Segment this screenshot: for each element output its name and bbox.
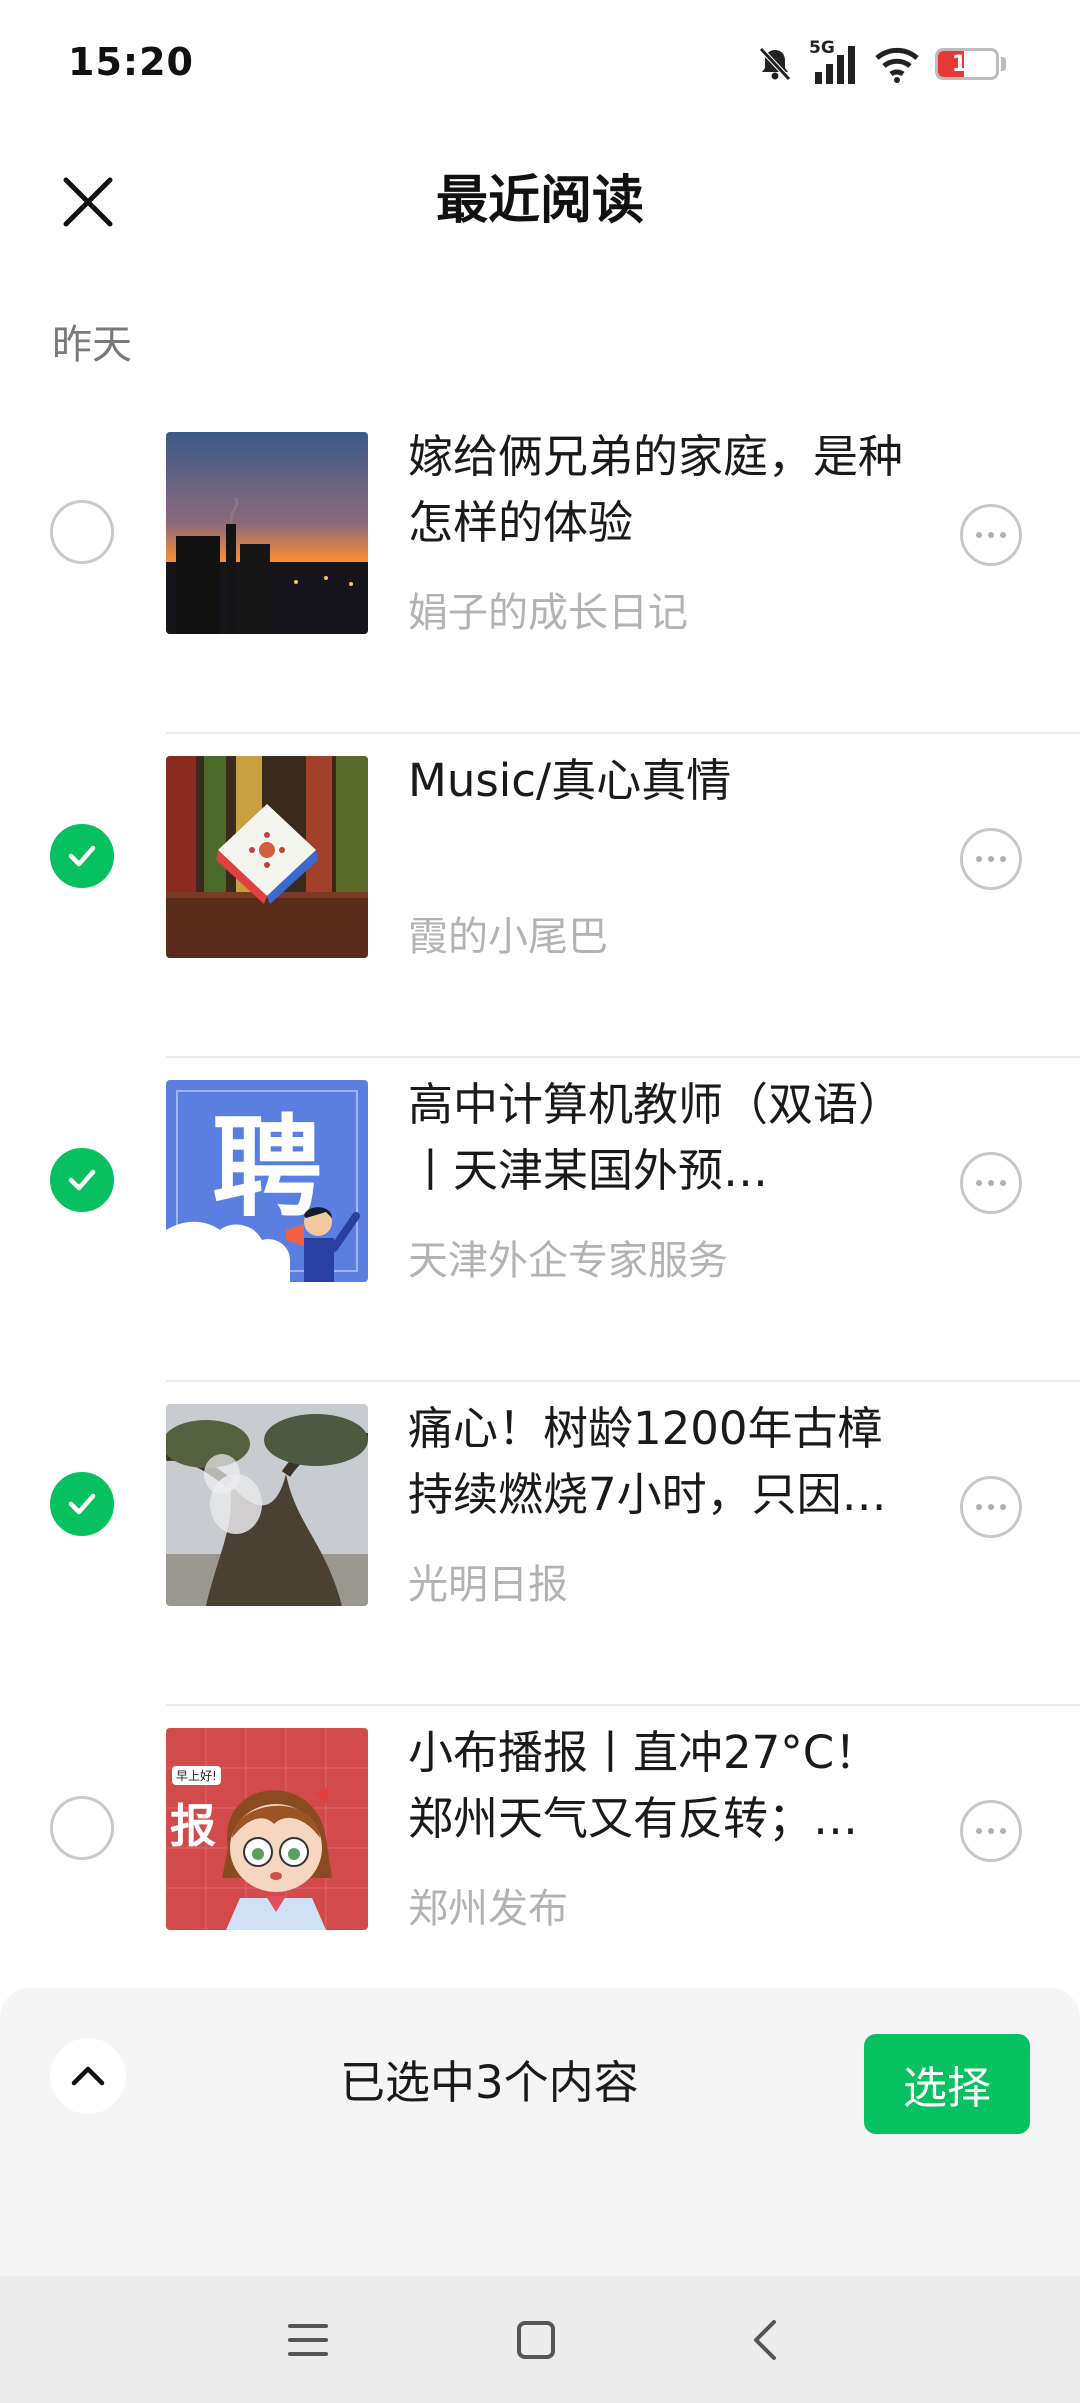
old-tree-image — [166, 1404, 368, 1606]
article-title[interactable]: 高中计算机教师（双语）丨天津某国外预… — [408, 1072, 908, 1204]
article-source: 郑州发布 — [408, 1886, 568, 1932]
dot — [1000, 1180, 1006, 1186]
more-options-button[interactable] — [960, 1152, 1022, 1214]
select-checkbox[interactable] — [50, 1796, 114, 1860]
expand-button[interactable] — [50, 2038, 126, 2114]
dot — [988, 1504, 994, 1510]
rubik-cube-image — [166, 756, 368, 958]
wifi-icon — [875, 47, 919, 83]
dot — [988, 1828, 994, 1834]
cartoon-girl-image — [222, 1786, 332, 1930]
article-source: 霞的小尾巴 — [408, 914, 608, 960]
status-icons: 5G 17 — [755, 38, 1006, 88]
article-thumbnail — [166, 756, 368, 958]
section-label-yesterday: 昨天 — [52, 322, 132, 368]
status-bar: 15:20 5G 17 — [0, 0, 1080, 130]
menu-nav-button[interactable] — [278, 2312, 338, 2368]
system-nav-bar — [0, 2276, 1080, 2403]
dot — [988, 1180, 994, 1186]
dot — [976, 856, 982, 862]
battery-indicator: 17 — [935, 48, 1006, 80]
page-title: 最近阅读 — [435, 171, 644, 231]
article-thumbnail — [166, 432, 368, 634]
article-thumbnail: 聘 — [166, 1080, 368, 1282]
dot — [1000, 1504, 1006, 1510]
mute-bell-icon — [759, 47, 791, 81]
dot — [1000, 532, 1006, 538]
article-title[interactable]: 痛心！树龄1200年古樟持续燃烧7小时，只因… — [408, 1396, 908, 1528]
checkmark-icon — [68, 845, 96, 867]
article-source: 光明日报 — [408, 1562, 568, 1608]
more-options-button[interactable] — [960, 1800, 1022, 1862]
checkmark-icon — [68, 1493, 96, 1515]
home-nav-button[interactable] — [506, 2312, 566, 2368]
list-item[interactable]: Music/真心真情 霞的小尾巴 — [0, 734, 1080, 1058]
dot — [988, 532, 994, 538]
dot — [976, 1828, 982, 1834]
dot — [988, 856, 994, 862]
select-checkbox[interactable] — [50, 824, 114, 888]
more-options-button[interactable] — [960, 1476, 1022, 1538]
dot — [976, 532, 982, 538]
back-nav-button[interactable] — [736, 2312, 796, 2368]
article-source: 娟子的成长日记 — [408, 590, 688, 636]
select-checkbox[interactable] — [50, 1148, 114, 1212]
list-item[interactable]: 聘 高中计算机教师（双语）丨天津某国外预… 天津外企专家服务 — [0, 1058, 1080, 1382]
status-time: 15:20 — [68, 40, 194, 84]
select-checkbox[interactable] — [50, 1472, 114, 1536]
select-button[interactable]: 选择 — [864, 2034, 1030, 2134]
list-item[interactable]: 痛心！树龄1200年古樟持续燃烧7小时，只因… 光明日报 — [0, 1382, 1080, 1706]
battery-tip — [1001, 57, 1006, 71]
cloud-person-image — [166, 1207, 360, 1282]
signal-bars-icon — [815, 46, 855, 84]
cellular-signal: 5G — [809, 38, 859, 86]
select-checkbox[interactable] — [50, 500, 114, 564]
selected-count-text: 已选中3个内容 — [340, 2056, 639, 2109]
header: 最近阅读 — [0, 130, 1080, 260]
menu-icon — [288, 2324, 328, 2356]
back-chevron-icon — [754, 2320, 776, 2360]
chevron-up-icon — [71, 2066, 105, 2086]
article-title[interactable]: 小布播报丨直冲27°C！郑州天气又有反转；… — [408, 1720, 908, 1852]
selection-bar: 已选中3个内容 选择 — [0, 1988, 1080, 2276]
article-source: 天津外企专家服务 — [408, 1238, 728, 1284]
more-options-button[interactable] — [960, 828, 1022, 890]
dot — [976, 1504, 982, 1510]
article-title[interactable]: 嫁给俩兄弟的家庭，是种怎样的体验 — [408, 424, 908, 556]
battery-icon: 17 — [935, 48, 999, 80]
article-thumbnail: 早上好! 报 — [166, 1728, 368, 1930]
dot — [976, 1180, 982, 1186]
article-title[interactable]: Music/真心真情 — [408, 748, 908, 814]
home-square-icon — [517, 2321, 555, 2359]
dot — [1000, 1828, 1006, 1834]
more-options-button[interactable] — [960, 504, 1022, 566]
article-thumbnail — [166, 1404, 368, 1606]
battery-level: 17 — [951, 51, 983, 77]
article-list: 嫁给俩兄弟的家庭，是种怎样的体验 娟子的成长日记 Music/真心真情 霞的小尾… — [0, 410, 1080, 2030]
checkmark-icon — [68, 1169, 96, 1191]
dot — [1000, 856, 1006, 862]
sunset-factory-image — [166, 432, 368, 634]
list-item[interactable]: 嫁给俩兄弟的家庭，是种怎样的体验 娟子的成长日记 — [0, 410, 1080, 734]
list-item[interactable]: 早上好! 报 小布播报丨直冲27°C！郑州天气又有反转；… 郑州发布 — [0, 1706, 1080, 2030]
